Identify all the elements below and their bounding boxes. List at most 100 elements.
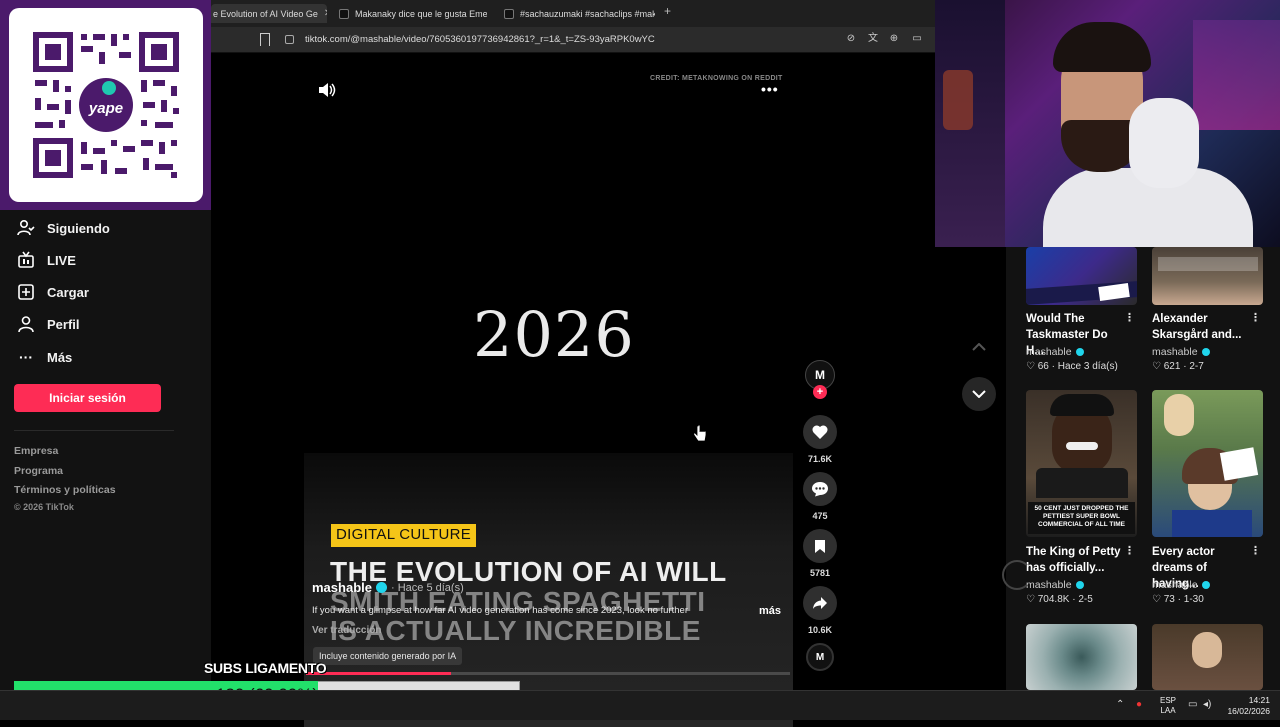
tray-app-icon[interactable]: ● [1136,699,1142,710]
video-card-stats: ♡ 66 · Hace 3 día(s) [1026,361,1118,372]
video-card-title[interactable]: The King of Petty has officially... [1026,544,1126,576]
tab-makanaky[interactable]: Makanaky dice que le gusta Emet #e [335,4,487,23]
url-field[interactable]: tiktok.com/@mashable/video/7605360197736… [305,34,655,45]
qr-overlay: yape [0,0,211,210]
comment-button[interactable] [803,472,837,506]
loading-spinner-icon [1002,560,1032,590]
video-card-author[interactable]: mashable [1152,346,1210,358]
close-tab-icon[interactable]: ✕ [324,8,327,19]
video-card-author[interactable]: mashable [1152,579,1210,591]
taskbar: ⌃ ● ESP LAA ▭ ◂) 14:21 16/02/2026 [0,690,1280,720]
sidebar-item-label: Más [47,349,73,365]
bookmark-icon[interactable] [260,33,270,46]
new-tab-button[interactable]: + [664,4,671,18]
system-clock[interactable]: 14:21 16/02/2026 [1222,695,1270,717]
network-icon[interactable]: ▭ [1188,699,1197,710]
address-bar: tiktok.com/@mashable/video/7605360197736… [211,27,935,53]
share-arrow-icon [813,597,827,609]
translate-icon[interactable]: 文 [867,33,879,45]
music-disc-icon[interactable]: M [806,643,834,671]
next-video-button[interactable] [962,377,996,411]
browser-tab-bar: e Evolution of AI Video Ge ✕ Makanaky di… [211,0,935,27]
video-thumbnail[interactable] [1026,624,1137,690]
creator-avatar-button[interactable]: M + [803,358,837,399]
more-options-icon[interactable]: ••• [761,81,779,97]
sidebar-item-label: Cargar [47,284,89,300]
share-count: 10.6K [807,625,833,635]
ai-content-label: Incluye contenido generado por IA [313,647,463,665]
video-card[interactable]: Would The Taskmaster Do H... ⋮ mashable … [1026,247,1137,372]
yape-qr-code: yape [31,30,181,180]
reader-mode-icon[interactable]: ⊘ [845,33,857,45]
category-badge: DIGITAL CULTURE [331,524,477,547]
sidebar-item-more[interactable]: ··· Más [17,347,72,367]
video-card-title[interactable]: Alexander Skarsgård and... [1152,311,1252,343]
comment-count: 475 [812,511,828,521]
like-button[interactable] [803,415,837,449]
verified-icon [1075,581,1084,589]
video-card-author[interactable]: mashable [1026,579,1084,591]
video-author[interactable]: mashable · Hace 5 día(s) [312,580,464,595]
video-card[interactable]: Every actor dreams of having... ⋮ mashab… [1152,390,1263,605]
zoom-icon[interactable]: ⊕ [888,33,900,45]
heart-icon [812,425,828,439]
title-line: has officially... [1026,562,1105,574]
sidebar-item-following[interactable]: Siguiendo [17,218,110,238]
like-count: 621 [1163,361,1181,372]
video-thumbnail[interactable]: 50 CENT JUST DROPPED THE PETTIEST SUPER … [1026,390,1137,537]
video-card-author[interactable]: mashable [1026,346,1084,358]
sidebar-item-upload[interactable]: Cargar [17,282,89,302]
recommended-videos: Would The Taskmaster Do H... ⋮ mashable … [1002,247,1280,690]
like-count: 704.8K [1037,594,1070,605]
sidebar-item-label: LIVE [47,252,76,268]
speaker-icon[interactable]: ◂) [1203,699,1211,710]
cast-icon[interactable]: ▭ [911,33,923,45]
footer-link-terms[interactable]: Términos y políticas [14,484,116,496]
tab-sachauzumaki[interactable]: #sachauzumaki #sachaclips #makana [500,4,655,23]
video-thumbnail[interactable] [1152,624,1263,690]
see-translation-link[interactable]: Ver traducción [312,625,381,636]
tray-chevron-up-icon[interactable]: ⌃ [1116,699,1124,710]
lang-code: ESP [1160,696,1177,705]
sidebar-item-profile[interactable]: Perfil [17,314,80,334]
description-more-link[interactable]: más [759,605,781,617]
share-button[interactable] [803,586,837,620]
video-thumbnail[interactable] [1152,390,1263,537]
video-thumbnail[interactable] [1152,247,1263,305]
card-options-icon[interactable]: ⋮ [1250,311,1261,324]
title-line: The King of Petty [1026,546,1121,558]
video-thumbnail[interactable] [1026,247,1137,305]
card-options-icon[interactable]: ⋮ [1250,544,1261,557]
verified-icon [1201,581,1210,589]
title-line: Skarsgård and... [1152,329,1242,341]
footer-link-company[interactable]: Empresa [14,445,58,457]
save-button[interactable] [803,529,837,563]
sidebar-divider [14,430,174,431]
upload-plus-icon [17,283,35,301]
clock-date: 16/02/2026 [1227,706,1270,716]
title-line: Alexander [1152,313,1208,325]
author-name[interactable]: mashable [312,580,372,595]
verified-icon [375,582,387,593]
site-info-icon[interactable] [285,35,294,44]
live-icon [17,251,35,269]
video-player[interactable]: CREDIT: METAKNOWING ON REDDIT ••• 2026 D… [211,53,1006,727]
previous-video-button[interactable] [962,330,996,364]
card-options-icon[interactable]: ⋮ [1124,544,1135,557]
like-count: 71.6K [807,454,833,464]
video-card[interactable]: 50 CENT JUST DROPPED THE PETTIEST SUPER … [1026,390,1137,605]
author-name: mashable [1152,579,1198,591]
card-options-icon[interactable]: ⋮ [1124,311,1135,324]
video-card[interactable]: Alexander Skarsgård and... ⋮ mashable ♡ … [1152,247,1263,372]
login-button[interactable]: Iniciar sesión [14,384,161,412]
volume-icon[interactable] [318,82,336,98]
tab-ai-video[interactable]: e Evolution of AI Video Ge ✕ [211,4,327,23]
heart-outline-icon: ♡ [1152,594,1161,605]
webcam-overlay [935,0,1280,247]
sidebar-item-live[interactable]: LIVE [17,250,76,270]
follow-plus-icon[interactable]: + [813,385,827,399]
input-language[interactable]: ESP LAA [1160,696,1176,716]
heart-outline-icon: ♡ [1152,361,1161,372]
tiktok-favicon-icon [339,8,349,19]
footer-link-program[interactable]: Programa [14,465,63,477]
